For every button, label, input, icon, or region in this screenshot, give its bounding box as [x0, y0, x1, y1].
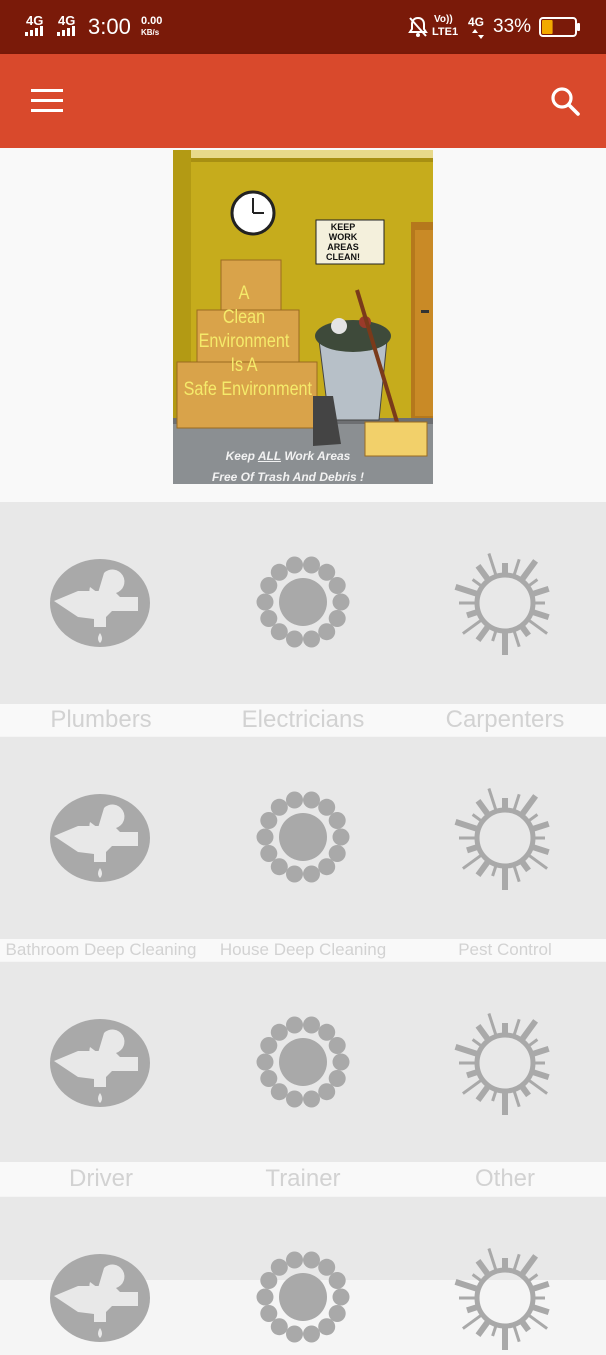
service-label: Trainer — [265, 1165, 341, 1192]
network-speed-unit: KB/s — [141, 28, 160, 37]
tools-globe-icon — [453, 551, 557, 660]
hamburger-menu-icon — [31, 89, 63, 112]
tools-globe-icon — [453, 1011, 557, 1120]
poster-footer-text: Keep ALL Work Areas Free Of Trash And De… — [211, 449, 365, 484]
battery-percent: 33% — [493, 16, 532, 37]
network-speed-value: 0.00 — [141, 15, 163, 27]
plumbing-icon — [48, 792, 152, 889]
banner-area: KEEP WORK AREAS CLEAN! A Clean Environme… — [0, 148, 606, 502]
poster-box-text: A Clean Environment Is A Safe Environmen… — [183, 283, 313, 400]
service-tile-house-deep-cleaning[interactable]: House Deep Cleaning — [202, 737, 404, 961]
tools-globe-icon — [453, 1246, 557, 1355]
network-type: 4G — [468, 15, 485, 29]
electrical-icon — [254, 1011, 352, 1118]
battery-icon — [539, 17, 580, 37]
electrical-icon — [254, 786, 352, 893]
poster-sign-text: KEEP WORK AREAS CLEAN! — [326, 222, 360, 262]
service-label: Bathroom Deep Cleaning — [5, 940, 197, 959]
service-tile-bathroom-deep-cleaning[interactable]: Bathroom Deep Cleaning — [0, 737, 202, 961]
clock: 3:00 — [88, 14, 131, 39]
service-label: Pest Control — [458, 940, 552, 959]
volte-indicator-bottom: LTE1 — [432, 26, 459, 38]
volte-indicator-top: Vo)) — [434, 14, 453, 25]
service-label: Plumbers — [50, 706, 152, 733]
electrical-icon — [254, 551, 352, 658]
plumbing-icon — [48, 1252, 152, 1349]
service-tile[interactable] — [0, 1197, 202, 1342]
service-tile-pest-control[interactable]: Pest Control — [404, 737, 606, 961]
service-label: Carpenters — [445, 706, 565, 733]
search-icon — [551, 87, 580, 116]
service-tile[interactable] — [404, 1197, 606, 1350]
plumbing-icon — [48, 557, 152, 654]
app-bar — [0, 54, 606, 148]
service-tile-plumbers[interactable]: Plumbers — [0, 502, 202, 736]
service-tile-other[interactable]: Other — [404, 962, 606, 1196]
menu-button[interactable] — [22, 78, 72, 124]
service-label: Other — [474, 1165, 536, 1192]
search-button[interactable] — [540, 78, 590, 124]
signal-bars-icon — [57, 26, 75, 36]
service-tile[interactable] — [202, 1197, 404, 1343]
service-tile-driver[interactable]: Driver — [0, 962, 202, 1196]
service-label: Driver — [69, 1165, 133, 1192]
tools-globe-icon — [453, 786, 557, 895]
service-label: House Deep Cleaning — [219, 940, 387, 959]
electrical-icon — [254, 1246, 352, 1353]
service-tile-electricians[interactable]: Electricians — [202, 502, 404, 736]
service-tile-carpenters[interactable]: Carpenters — [404, 502, 606, 736]
data-arrows-icon — [472, 29, 484, 39]
service-label: Electricians — [241, 706, 365, 733]
signal-bars-icon — [25, 26, 43, 36]
service-tile-trainer[interactable]: Trainer — [202, 962, 404, 1196]
plumbing-icon — [48, 1017, 152, 1114]
status-bar: 4G 4G 3:00 0.00 KB/s Vo)) LTE1 4G 33% — [0, 0, 606, 54]
clean-environment-poster: KEEP WORK AREAS CLEAN! A Clean Environme… — [173, 150, 433, 484]
notifications-off-icon — [408, 16, 428, 37]
